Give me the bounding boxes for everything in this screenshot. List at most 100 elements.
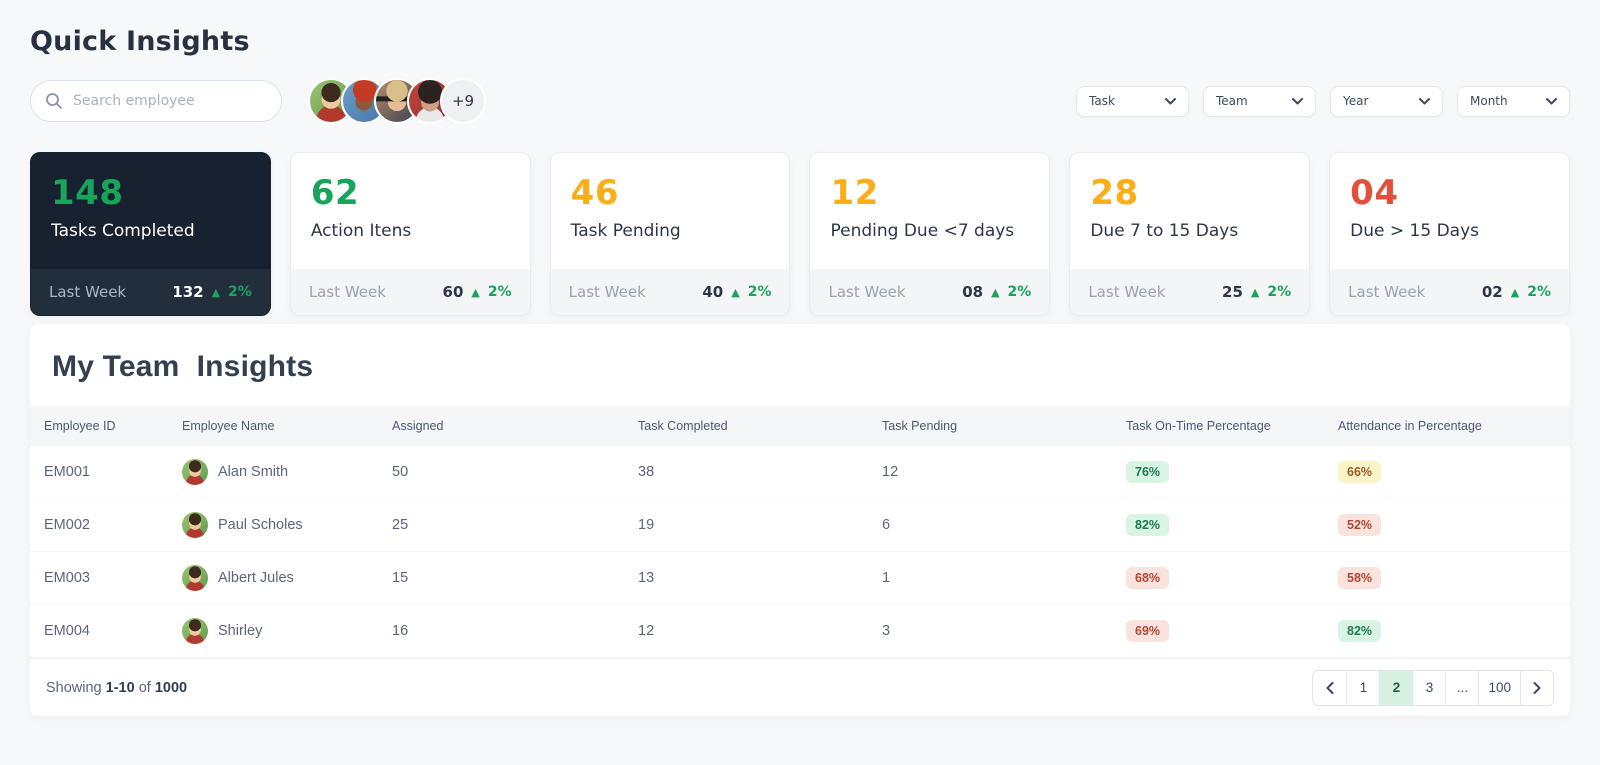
page-button-1[interactable]: 1 [1346,670,1380,705]
attendance-badge: 52% [1338,514,1382,536]
stat-card-task-pending[interactable]: 46 Task Pending Last Week 40 ▲ 2% [549,152,791,316]
stat-card-body: 62 Action Itens [291,153,530,269]
page-button-3[interactable]: 3 [1412,670,1446,705]
avatar-overflow-badge[interactable]: +9 [440,78,486,124]
page-button-2[interactable]: 2 [1379,670,1413,705]
table-row[interactable]: EM003 Albert Jules 15 13 1 68% 58% [30,552,1570,605]
showing-of: of [138,679,151,696]
on-time-badge: 82% [1126,514,1170,536]
trend-percent: 2% [1007,284,1032,300]
trend-percent: 2% [1267,284,1292,300]
stat-card-due-7-15[interactable]: 28 Due 7 to 15 Days Last Week 25 ▲ 2% [1069,152,1311,316]
completed-value: 12 [638,623,655,639]
assigned-value: 15 [392,570,409,586]
employee-name-cell: Paul Scholes [182,512,392,538]
stat-value: 62 [310,173,360,213]
trend-percent: 2% [487,284,512,300]
stat-card-footer: Last Week 60 ▲ 2% [290,269,530,315]
filter-team[interactable]: Team [1203,85,1316,117]
stat-label: Due 7 to 15 Days [1090,221,1239,241]
last-week-value: 40 [702,283,724,301]
showing-summary: Showing 1-10 of 1000 [46,680,187,696]
attendance-badge: 58% [1338,567,1382,589]
col-attendance-pct: Attendance in Percentage [1338,419,1482,433]
stat-card-body: 28 Due 7 to 15 Days [1070,153,1309,269]
col-on-time-pct: Task On-Time Percentage [1126,419,1271,433]
filter-bar: Task Team Year Month [1076,85,1570,117]
filter-team-label: Team [1216,94,1248,108]
chevron-down-icon [1165,97,1176,104]
prev-page-button[interactable] [1313,670,1347,705]
stat-card-footer: Last Week 02 ▲ 2% [1330,269,1569,315]
pagination: 1 2 3 ... 100 [1312,669,1554,706]
page-button-100[interactable]: 100 [1478,670,1520,705]
stat-card-due-over-15[interactable]: 04 Due > 15 Days Last Week 02 ▲ 2% [1329,152,1570,316]
stat-card-footer: Last Week 25 ▲ 2% [1070,269,1310,315]
employee-avatar [182,618,208,644]
employee-name: Albert Jules [218,570,294,586]
last-week-value: 08 [962,283,984,301]
assigned-value: 16 [392,623,409,639]
pending-value: 3 [882,623,891,639]
trend-percent: 2% [747,284,772,300]
table-row[interactable]: EM002 Paul Scholes 25 19 6 82% 52% [30,499,1570,552]
col-employee-name: Employee Name [182,419,275,433]
table-row[interactable]: EM004 Shirley 16 12 3 69% 82% [30,605,1570,658]
stat-value: 28 [1090,173,1139,213]
completed-value: 19 [638,517,655,533]
stat-card-pending-due-7[interactable]: 12 Pending Due <7 days Last Week 08 ▲ 2% [809,152,1051,316]
stat-label: Due > 15 Days [1350,221,1479,241]
chevron-down-icon [1292,97,1303,104]
page-button-ellipsis[interactable]: ... [1445,670,1479,705]
page-title: Quick Insights [30,26,250,57]
filter-month-label: Month [1470,94,1508,108]
last-week-label: Last Week [308,283,386,301]
stat-card-body: 46 Task Pending [551,153,790,269]
last-week-label: Last Week [568,283,646,301]
trend-up-icon: ▲ [211,285,221,299]
last-week-value: 25 [1222,283,1243,301]
employee-id: EM004 [44,623,90,639]
stat-card-body: 148 Tasks Completed [31,153,270,269]
team-insights-title: My Team Insights [52,350,314,383]
employee-name-cell: Shirley [182,618,392,644]
stat-card-action-items[interactable]: 62 Action Itens Last Week 60 ▲ 2% [289,152,531,316]
team-insights-panel: My Team Insights Employee ID Employee Na… [30,324,1570,716]
stat-label: Pending Due <7 days [830,221,1015,241]
search-box[interactable] [30,80,282,122]
completed-value: 13 [638,570,655,586]
avatar-group: +9 [308,78,486,124]
last-week-label: Last Week [1088,283,1166,301]
col-assigned: Assigned [392,419,444,433]
stat-card-body: 12 Pending Due <7 days [810,153,1049,269]
on-time-badge: 76% [1126,461,1170,483]
stat-value: 46 [570,173,619,213]
employee-name: Shirley [218,623,263,639]
trend-up-icon: ▲ [991,285,1000,299]
trend-percent: 2% [1527,284,1551,300]
next-page-button[interactable] [1520,670,1553,705]
on-time-badge: 69% [1126,620,1170,642]
filter-year[interactable]: Year [1330,85,1443,117]
table-row[interactable]: EM001 Alan Smith 50 38 12 76% 66% [30,446,1570,499]
stat-value: 12 [830,173,879,213]
chevron-left-icon [1326,681,1334,694]
stat-card-footer: Last Week 132 ▲ 2% [31,269,270,315]
assigned-value: 50 [392,464,409,480]
filter-month[interactable]: Month [1457,85,1570,117]
col-task-completed: Task Completed [638,419,728,433]
header-toolbar: +9 Task Team Year Month [30,78,1570,124]
pending-value: 12 [882,464,899,480]
employee-avatar [182,512,208,538]
showing-total: 1000 [154,679,188,696]
search-input[interactable] [73,93,267,109]
filter-task[interactable]: Task [1076,85,1189,117]
last-week-value: 60 [442,283,464,301]
stat-card-tasks-completed[interactable]: 148 Tasks Completed Last Week 132 ▲ 2% [30,152,271,316]
stat-label: Tasks Completed [51,221,195,241]
employee-name: Paul Scholes [218,517,303,533]
attendance-badge: 66% [1338,461,1382,483]
last-week-label: Last Week [1348,283,1426,301]
attendance-badge: 82% [1338,620,1382,642]
on-time-badge: 68% [1126,567,1170,589]
